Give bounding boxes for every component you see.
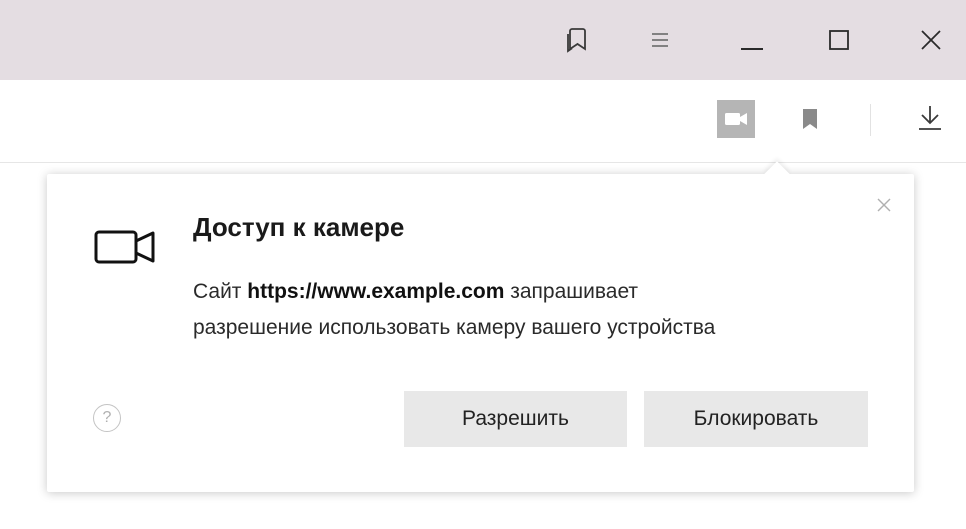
download-icon (919, 106, 941, 130)
browser-toolbar (0, 80, 966, 163)
download-button[interactable] (910, 98, 950, 138)
camera-permission-button[interactable] (717, 100, 755, 138)
bookmark-button[interactable] (793, 100, 827, 138)
message-line2: разрешение использовать камеру вашего ус… (193, 316, 716, 339)
toolbar-divider (870, 104, 871, 136)
close-icon (877, 198, 891, 212)
close-icon[interactable] (909, 18, 953, 62)
menu-icon[interactable] (638, 18, 682, 62)
camera-permission-popup: Доступ к камере Сайт https://www.example… (47, 161, 914, 492)
window-titlebar (0, 0, 966, 80)
popup-title: Доступ к камере (193, 212, 405, 242)
maximize-icon[interactable] (817, 18, 861, 62)
message-suffix: запрашивает (510, 280, 639, 303)
site-url: https://www.example.com (247, 280, 505, 303)
popup-close-button[interactable] (873, 194, 895, 216)
block-button[interactable]: Блокировать (644, 391, 868, 447)
minimize-icon[interactable] (730, 18, 774, 62)
message-prefix: Сайт (193, 280, 242, 303)
bookmark-icon (803, 109, 817, 129)
help-icon[interactable]: ? (93, 404, 121, 432)
popup-message: Сайт https://www.example.com запрашивает… (193, 274, 883, 346)
camera-icon (725, 113, 747, 125)
camera-icon (93, 229, 157, 270)
allow-button[interactable]: Разрешить (404, 391, 627, 447)
pages-icon[interactable] (555, 18, 599, 62)
